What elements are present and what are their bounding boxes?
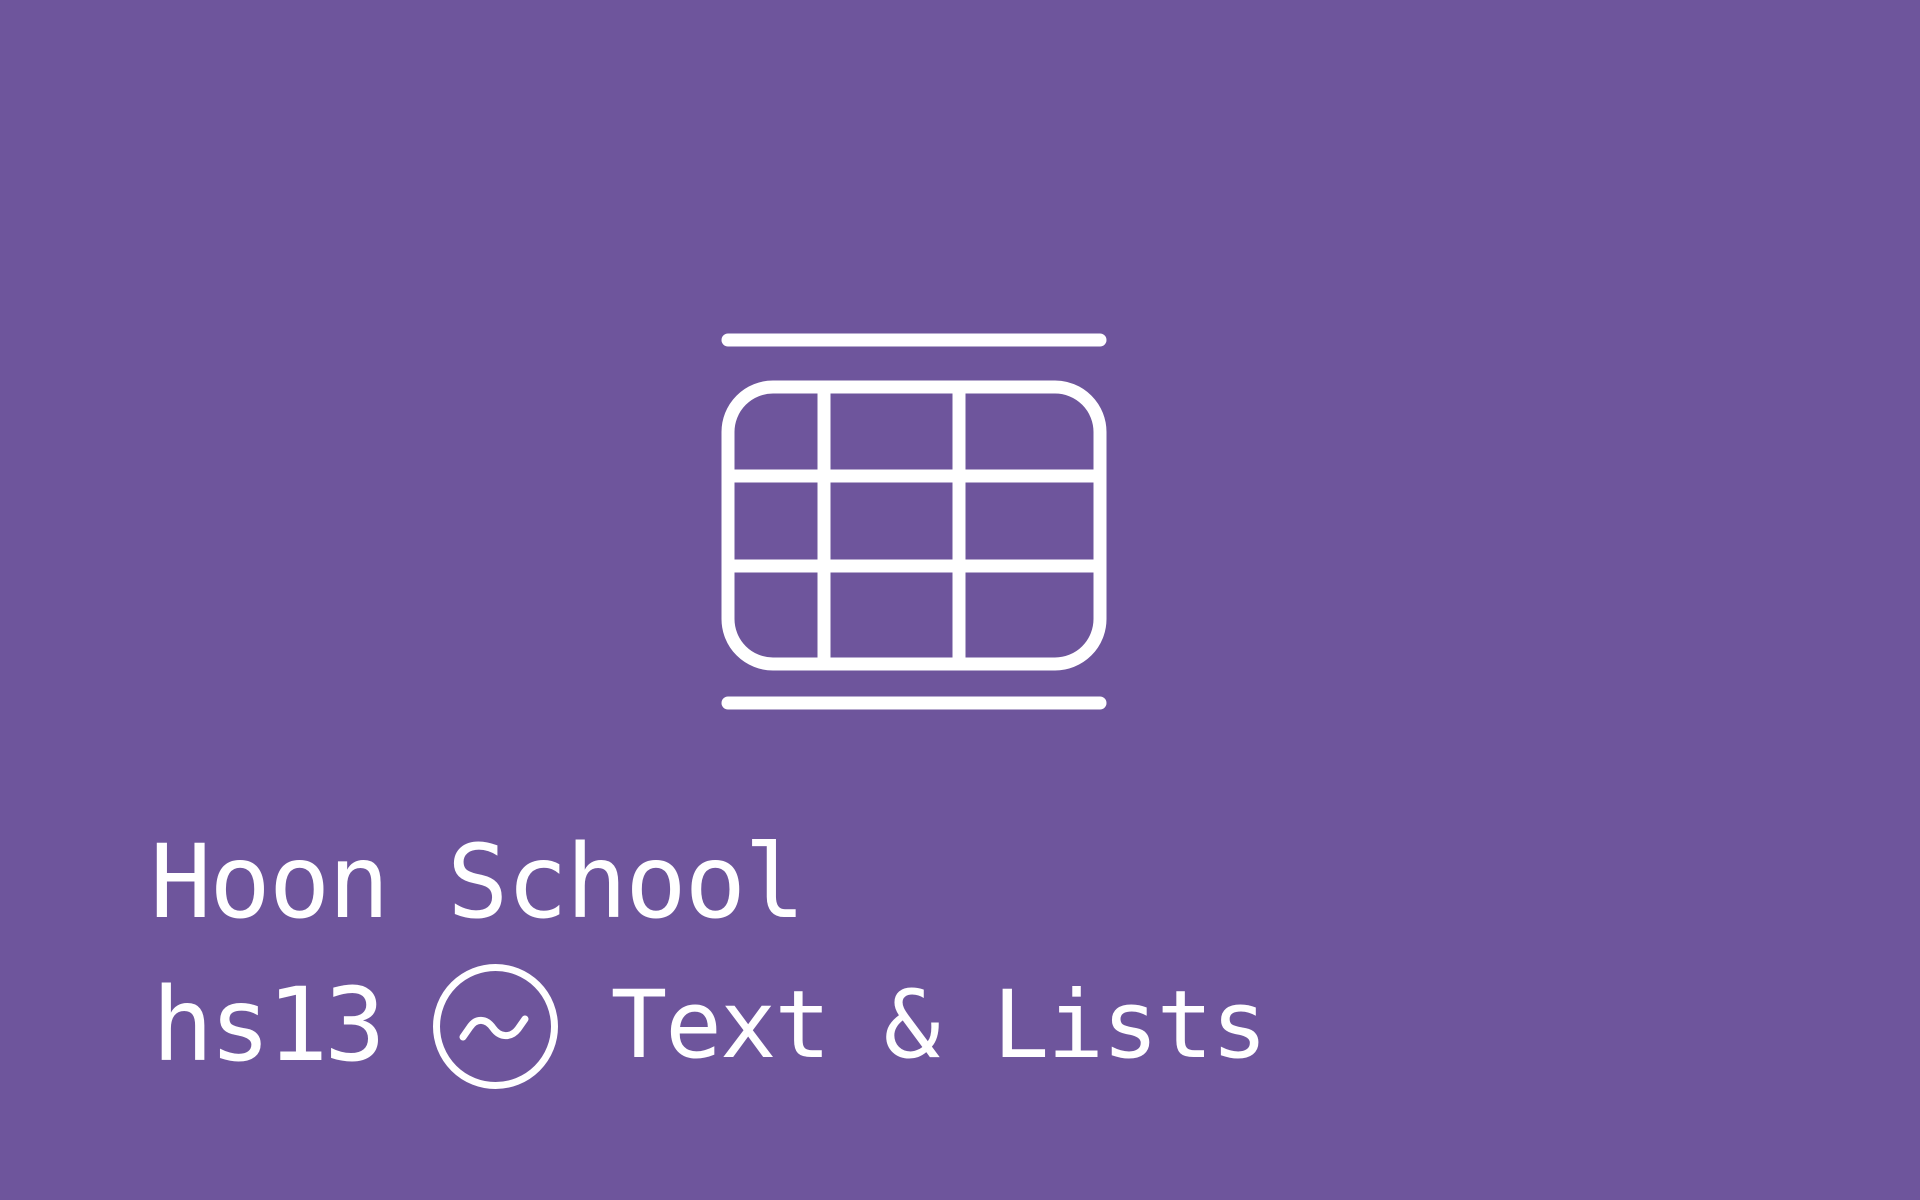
table-grid-icon: [720, 325, 1110, 715]
course-title: Hoon School: [150, 823, 806, 942]
tilde-circle-icon: [432, 963, 558, 1089]
lesson-title: Text & Lists: [610, 971, 1268, 1080]
lesson-code: hs13: [152, 966, 386, 1085]
lesson-line: hs13 Text & Lists: [152, 960, 1268, 1092]
